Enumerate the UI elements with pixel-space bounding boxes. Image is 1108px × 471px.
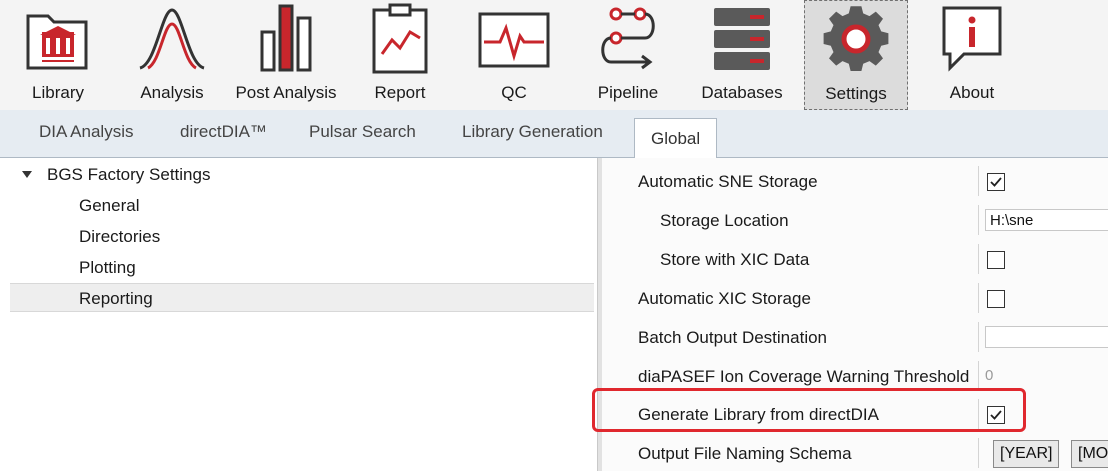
pipeline-flow-icon — [590, 2, 666, 76]
prop-storage-location: Storage Location H:\sne — [602, 201, 1108, 239]
naming-token-month[interactable]: [MO — [1071, 440, 1108, 468]
toolbar-settings-button[interactable]: Settings — [804, 0, 908, 110]
toolbar-about-label: About — [949, 83, 995, 102]
toolbar-post-analysis-label: Post Analysis — [235, 83, 337, 102]
prop-diapasef-ion-coverage-threshold: diaPASEF Ion Coverage Warning Threshold … — [602, 357, 1108, 395]
automatic-xic-storage-checkbox[interactable] — [987, 290, 1005, 308]
prop-batch-output-destination: Batch Output Destination — [602, 318, 1108, 356]
tree-item-plotting[interactable]: Plotting — [0, 253, 598, 282]
prop-name: Generate Library from directDIA — [638, 405, 879, 424]
toolbar-library-label: Library — [32, 83, 84, 102]
toolbar-qc-button[interactable]: QC — [462, 0, 566, 110]
clipboard-chart-icon — [362, 2, 438, 76]
toolbar-databases-label: Databases — [701, 83, 783, 102]
tree-root-bgs-factory-settings[interactable]: BGS Factory Settings — [0, 160, 598, 189]
storage-location-input[interactable]: H:\sne — [985, 209, 1108, 231]
prop-automatic-xic-storage: Automatic XIC Storage — [602, 279, 1108, 317]
tree-item-label: Reporting — [79, 289, 153, 308]
tree-item-label: General — [79, 196, 140, 215]
prop-value-cell — [978, 322, 1108, 352]
toolbar-pipeline-button[interactable]: Pipeline — [576, 0, 680, 110]
tab-global[interactable]: Global — [634, 118, 718, 159]
prop-name: diaPASEF Ion Coverage Warning Threshold — [638, 367, 970, 386]
prop-store-with-xic-data: Store with XIC Data — [602, 240, 1108, 278]
naming-token-year[interactable]: [YEAR] — [993, 440, 1060, 468]
tree-item-general[interactable]: General — [0, 191, 598, 220]
prop-name: Output File Naming Schema — [638, 444, 852, 463]
prop-value-cell — [978, 244, 1108, 274]
batch-output-destination-input[interactable] — [985, 326, 1108, 348]
tree-root-label: BGS Factory Settings — [47, 165, 211, 184]
prop-output-file-naming-schema: Output File Naming Schema [YEAR] [MO — [602, 434, 1108, 471]
tab-directdia[interactable]: directDIA™ — [180, 122, 267, 142]
toolbar-report-label: Report — [374, 83, 426, 102]
qc-signal-icon — [476, 2, 552, 76]
bar-chart-icon — [248, 2, 324, 76]
toolbar-settings-label: Settings — [825, 84, 887, 103]
prop-value-cell: H:\sne — [978, 205, 1108, 235]
toolbar-report-button[interactable]: Report — [348, 0, 452, 110]
tab-library-generation[interactable]: Library Generation — [462, 122, 603, 142]
prop-automatic-sne-storage: Automatic SNE Storage — [602, 162, 1108, 200]
tab-dia-analysis[interactable]: DIA Analysis — [39, 122, 134, 142]
info-bubble-icon — [934, 2, 1010, 76]
settings-tree: BGS Factory Settings General Directories… — [0, 158, 598, 471]
diapasef-threshold-input[interactable]: 0 — [985, 367, 993, 384]
settings-tab-bar: DIA Analysis directDIA™ Pulsar Search Li… — [0, 110, 1108, 159]
property-grid: Automatic SNE Storage Storage Location H… — [598, 158, 1108, 471]
prop-name: Storage Location — [660, 211, 789, 230]
prop-value-cell — [978, 283, 1108, 313]
tree-item-reporting[interactable]: Reporting — [10, 283, 594, 312]
prop-name: Store with XIC Data — [660, 250, 810, 269]
toolbar-analysis-label: Analysis — [140, 83, 204, 102]
gear-icon — [818, 3, 894, 77]
prop-value-cell: 0 — [978, 361, 1108, 391]
prop-name: Automatic XIC Storage — [638, 289, 811, 308]
toolbar-post-analysis-button[interactable]: Post Analysis — [234, 0, 338, 110]
prop-value-cell — [978, 166, 1108, 196]
toolbar-pipeline-label: Pipeline — [597, 83, 659, 102]
expand-arrow-icon[interactable] — [22, 171, 32, 178]
library-folder-icon — [20, 2, 96, 76]
peak-curve-icon — [134, 2, 210, 76]
check-icon — [990, 177, 1002, 187]
tree-item-label: Plotting — [79, 258, 136, 277]
main-toolbar: Library Analysis Post Analysis Report QC… — [0, 0, 1108, 110]
toolbar-library-button[interactable]: Library — [6, 0, 110, 110]
toolbar-databases-button[interactable]: Databases — [690, 0, 794, 110]
prop-value-cell — [978, 399, 1108, 429]
generate-library-from-directdia-checkbox[interactable] — [987, 406, 1005, 424]
tree-item-label: Directories — [79, 227, 161, 246]
tab-pulsar-search[interactable]: Pulsar Search — [309, 122, 416, 142]
toolbar-analysis-button[interactable]: Analysis — [120, 0, 224, 110]
prop-name: Automatic SNE Storage — [638, 172, 818, 191]
automatic-sne-storage-checkbox[interactable] — [987, 173, 1005, 191]
database-icon — [704, 2, 780, 76]
prop-name: Batch Output Destination — [638, 328, 828, 347]
toolbar-qc-label: QC — [501, 83, 527, 102]
store-with-xic-data-checkbox[interactable] — [987, 251, 1005, 269]
prop-generate-library-from-directdia: Generate Library from directDIA — [602, 395, 1108, 433]
prop-value-cell: [YEAR] [MO — [978, 438, 1108, 468]
tree-item-directories[interactable]: Directories — [0, 222, 598, 251]
toolbar-about-button[interactable]: About — [920, 0, 1024, 110]
check-icon — [990, 410, 1002, 420]
